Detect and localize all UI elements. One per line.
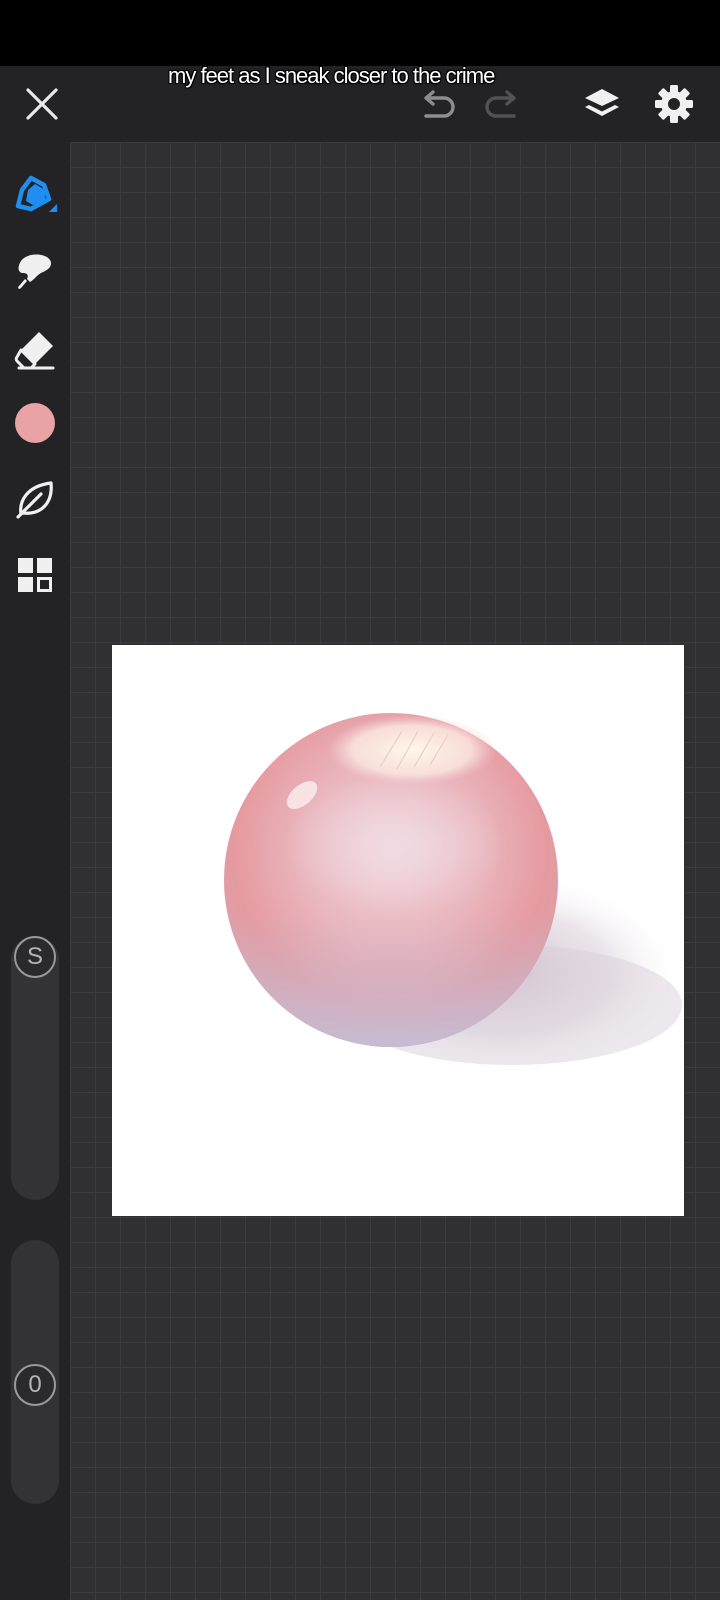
layers-button[interactable] — [580, 82, 624, 126]
smudge-tool[interactable] — [12, 248, 58, 294]
undo-button[interactable] — [416, 86, 460, 126]
eraser-icon — [14, 332, 55, 370]
gear-icon — [655, 85, 693, 123]
leaf-icon — [16, 481, 53, 519]
smudge-icon — [18, 254, 51, 289]
layers-icon — [585, 89, 619, 116]
more-tools-button[interactable] — [13, 553, 57, 597]
eraser-tool[interactable] — [12, 326, 58, 372]
brush-opacity-slider[interactable]: 0 — [11, 1240, 59, 1504]
redo-icon — [485, 90, 516, 118]
undo-icon — [424, 90, 455, 118]
size-slider-knob[interactable]: S — [14, 936, 56, 978]
brush-size-slider[interactable]: S — [11, 936, 59, 1200]
pen-icon — [15, 175, 57, 212]
drawing-paper[interactable] — [112, 645, 684, 1216]
grid-icon — [18, 558, 52, 592]
redo-button[interactable] — [480, 86, 524, 126]
settings-button[interactable] — [652, 82, 696, 126]
brush-library-button[interactable] — [12, 476, 58, 522]
status-bar — [0, 0, 720, 66]
close-icon — [26, 88, 58, 120]
pen-tool[interactable] — [11, 170, 61, 220]
sphere-artwork — [224, 713, 684, 1075]
opacity-slider-knob[interactable]: 0 — [14, 1364, 56, 1406]
color-picker-button[interactable] — [13, 401, 57, 445]
color-swatch[interactable] — [15, 403, 55, 443]
close-button[interactable] — [22, 84, 62, 124]
